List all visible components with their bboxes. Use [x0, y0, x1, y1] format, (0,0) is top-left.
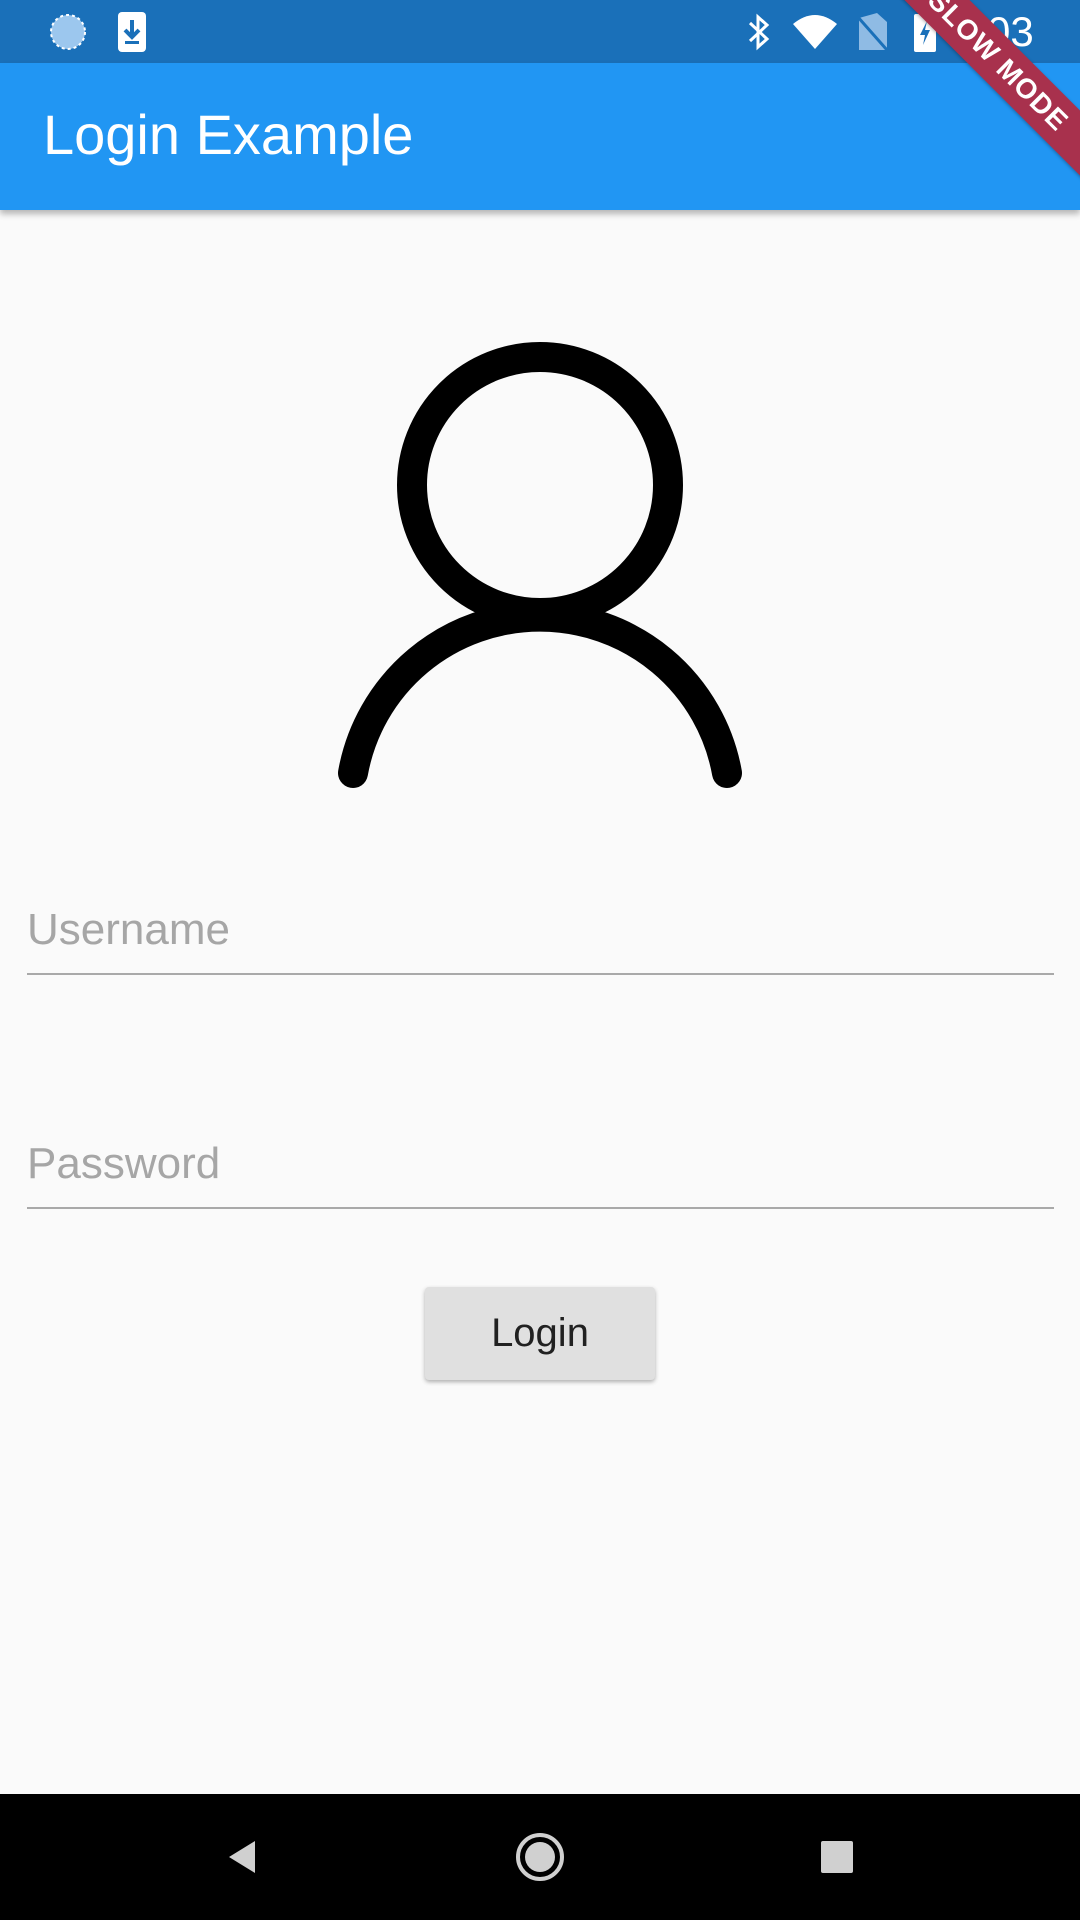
person-outline-icon	[330, 330, 750, 800]
username-input[interactable]	[27, 865, 1054, 965]
wifi-icon	[790, 0, 840, 63]
password-field	[27, 1099, 1054, 1209]
navigation-bar	[0, 1794, 1080, 1920]
screen: 3:03 SLOW MODE Login Example Login	[0, 0, 1080, 1920]
login-button[interactable]: Login	[425, 1287, 655, 1380]
recents-icon[interactable]	[774, 1794, 900, 1920]
home-icon[interactable]	[477, 1794, 603, 1920]
app-title: Login Example	[43, 103, 414, 166]
app-bar: Login Example	[0, 63, 1080, 210]
password-input[interactable]	[27, 1099, 1054, 1199]
username-underline	[27, 973, 1054, 975]
download-icon	[112, 0, 152, 63]
sync-icon	[44, 0, 92, 63]
username-field	[27, 865, 1054, 975]
no-sim-icon	[852, 0, 892, 63]
back-icon[interactable]	[180, 1794, 306, 1920]
password-underline	[27, 1207, 1054, 1209]
bluetooth-icon	[742, 0, 776, 63]
